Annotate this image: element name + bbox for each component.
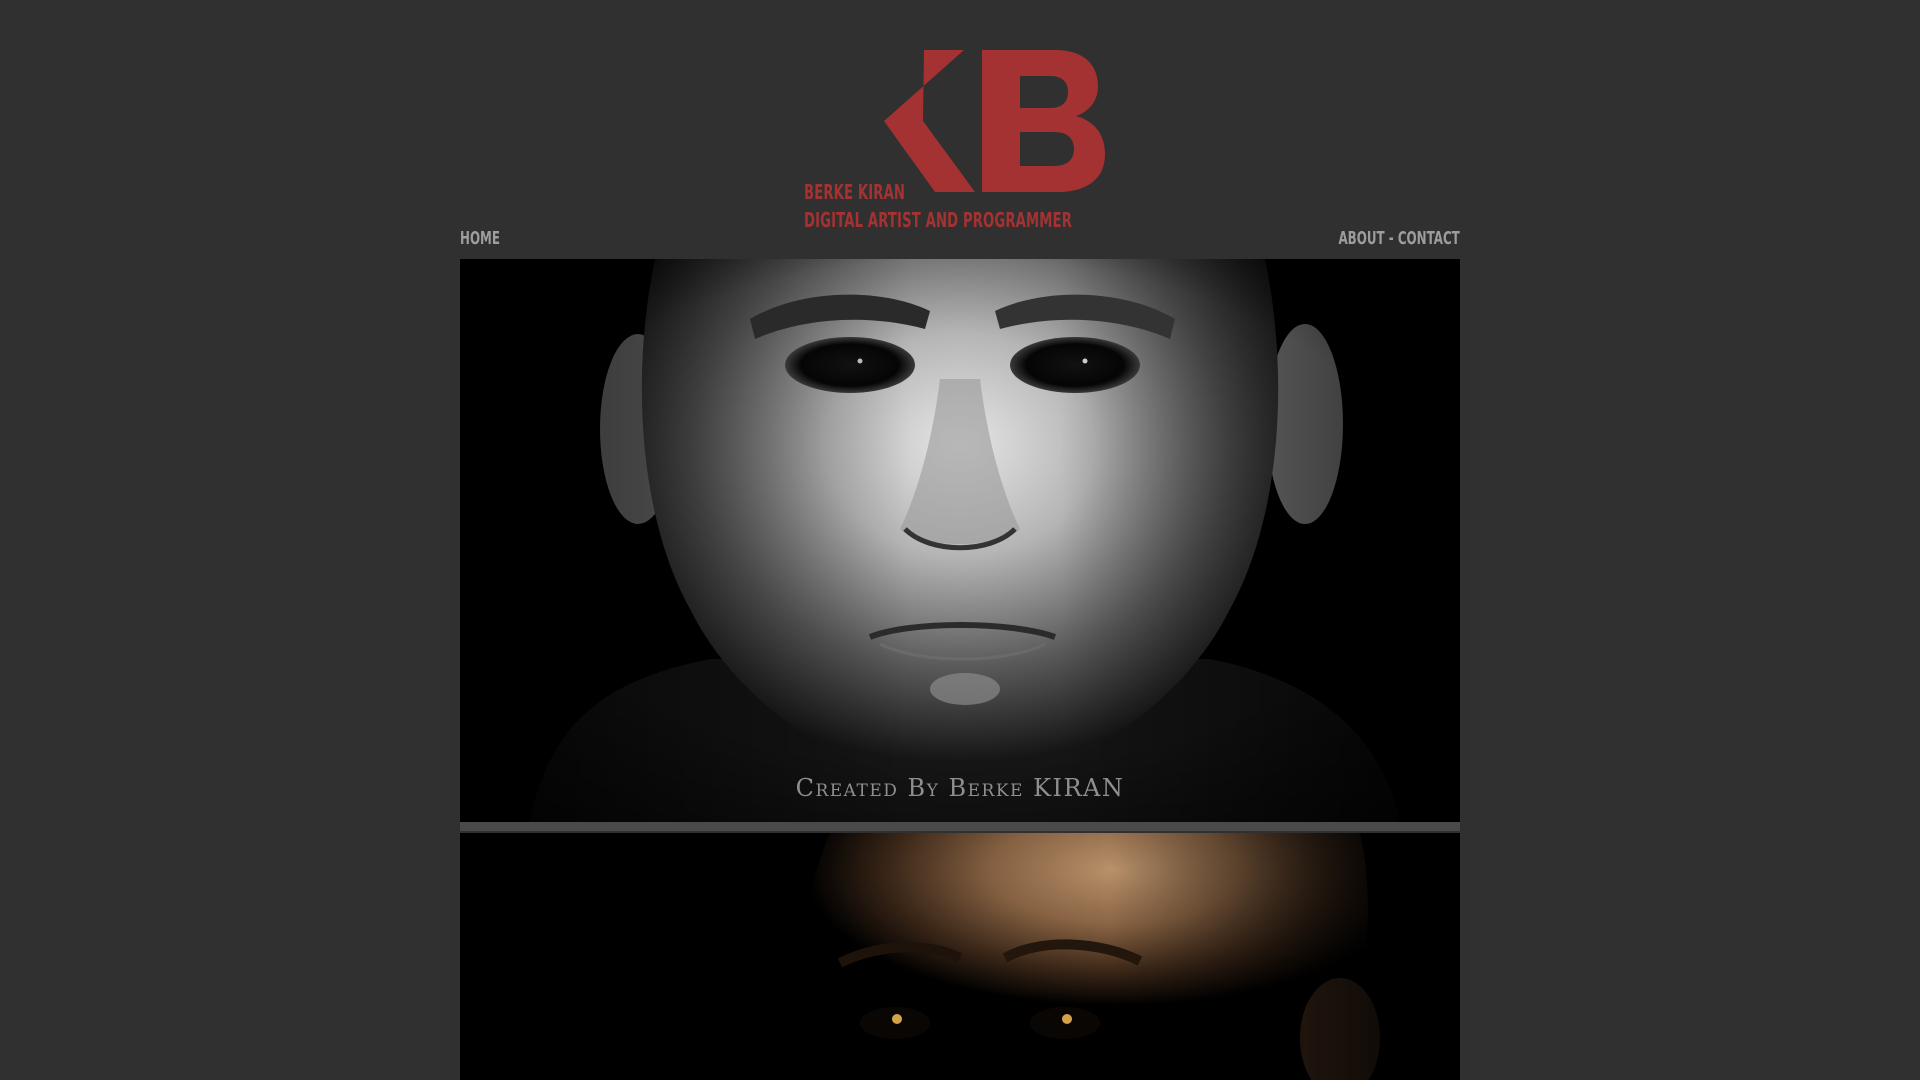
site-logo[interactable]: BERKE KIRAN DIGITAL ARTIST AND PROGRAMME…: [800, 46, 1120, 236]
gallery-image-1[interactable]: Created By Berke KIRAN: [460, 259, 1460, 822]
render-pale-head-image: [460, 259, 1460, 822]
nav-contact-link[interactable]: CONTACT: [1398, 228, 1460, 249]
brand-tagline: DIGITAL ARTIST AND PROGRAMMER: [804, 208, 1073, 232]
nav-about-link[interactable]: ABOUT: [1339, 228, 1385, 249]
nav-home-link[interactable]: HOME: [460, 227, 500, 251]
nav-right-group: ABOUT - CONTACT: [1339, 227, 1460, 251]
brand-name: BERKE KIRAN: [804, 180, 906, 204]
nav-separator: -: [1388, 228, 1394, 249]
gallery-image-2[interactable]: [460, 833, 1460, 1080]
gallery-divider: [460, 822, 1460, 831]
render-bronze-head-image: [460, 833, 1460, 1080]
kb-monogram-logo: [884, 50, 1105, 192]
image-caption: Created By Berke KIRAN: [795, 774, 1125, 802]
page: BERKE KIRAN DIGITAL ARTIST AND PROGRAMME…: [0, 0, 1920, 1080]
